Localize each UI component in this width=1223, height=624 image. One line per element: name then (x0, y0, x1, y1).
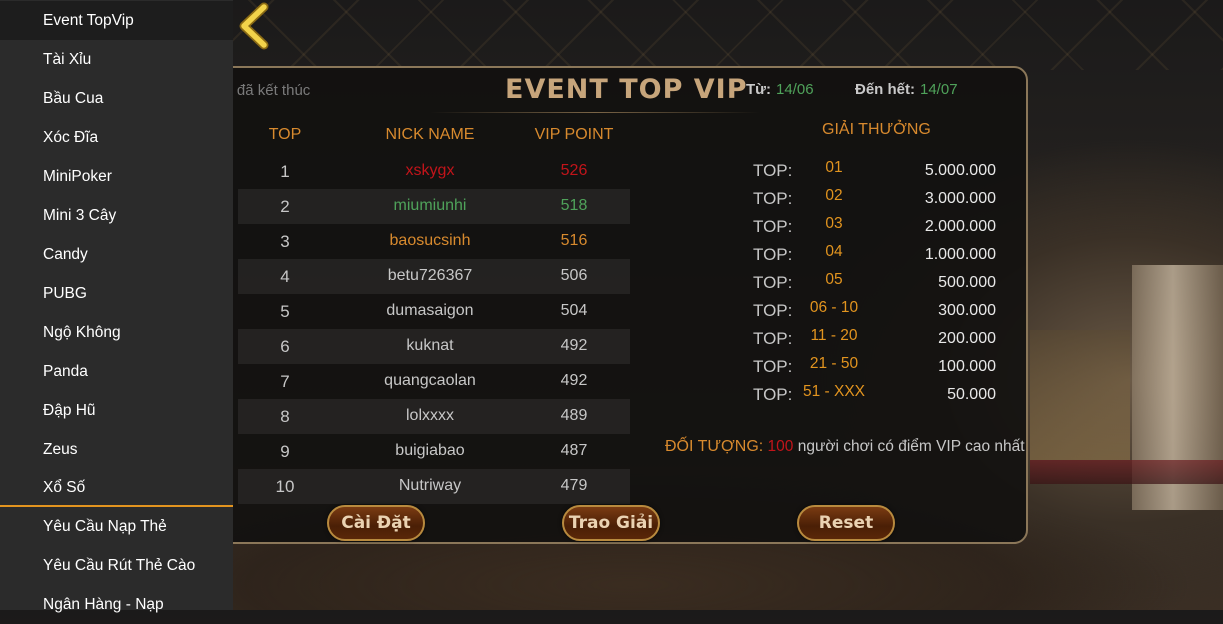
rank-cell: 4 (280, 267, 290, 286)
col-header-nick: NICK NAME (385, 126, 475, 143)
sidebar-menu: Event TopVip Tài Xỉu Bầu Cua Xóc Đĩa Min… (0, 0, 233, 613)
sidebar-item-candy[interactable]: Candy (0, 235, 233, 274)
rank-cell: 2 (280, 197, 290, 216)
point-cell: 492 (560, 337, 588, 354)
to-date-value: 14/07 (920, 81, 958, 98)
point-cell: 516 (560, 232, 588, 249)
prize-range: 03 (825, 215, 843, 232)
target-description: ĐỐI TƯỢNG: 100 người chơi có điểm VIP ca… (665, 438, 1025, 456)
prize-range: 21 - 50 (809, 355, 859, 372)
rank-cell: 10 (275, 477, 295, 496)
back-button[interactable] (236, 2, 272, 50)
prize-amount: 300.000 (938, 302, 996, 319)
rank-cell: 5 (280, 302, 290, 321)
sidebar-item-xoc-dia[interactable]: Xóc Đĩa (0, 118, 233, 157)
prize-range: 51 - XXX (802, 383, 866, 400)
chevron-left-icon (239, 2, 269, 50)
prize-top-label: TOP: (753, 161, 793, 180)
col-header-rank: TOP (268, 126, 302, 143)
point-cell: 504 (560, 302, 588, 319)
prize-range: 11 - 20 (810, 327, 858, 344)
rank-cell: 9 (280, 442, 290, 461)
settings-button[interactable]: Cài Đặt (327, 505, 425, 541)
background-lights (1030, 330, 1130, 460)
col-header-point: VIP POINT (534, 126, 614, 143)
rank-cell: 6 (280, 337, 290, 356)
point-cell: 526 (560, 162, 588, 179)
prize-amount: 500.000 (938, 274, 996, 291)
prize-amount: 50.000 (947, 386, 996, 403)
point-cell: 489 (560, 407, 588, 424)
nick-cell: betu726367 (387, 267, 473, 284)
point-cell: 492 (560, 372, 588, 389)
nick-cell: xskygx (405, 162, 455, 179)
prize-amount: 3.000.000 (924, 190, 996, 207)
sidebar-item-yeu-cau-nap-the[interactable]: Yêu Cầu Nạp Thẻ (0, 507, 233, 546)
nick-cell: quangcaolan (384, 372, 476, 389)
sidebar-item-dap-hu[interactable]: Đập Hũ (0, 391, 233, 430)
sidebar-item-yeu-cau-rut-the-cao[interactable]: Yêu Cầu Rút Thẻ Cào (0, 546, 233, 585)
event-title: EVENT TOP VIP (505, 74, 748, 105)
sidebar-item-bau-cua[interactable]: Bầu Cua (0, 79, 233, 118)
to-date-label: Đến hết: (855, 81, 915, 98)
prize-range: 05 (825, 271, 843, 288)
target-text: người chơi có điểm VIP cao nhất (797, 438, 1025, 455)
background-carpet (1030, 460, 1223, 484)
sidebar-item-tai-xiu[interactable]: Tài Xỉu (0, 40, 233, 79)
prize-amount: 2.000.000 (924, 218, 996, 235)
prize-heading: GIẢI THƯỞNG (822, 121, 931, 138)
prize-top-label: TOP: (753, 245, 793, 264)
point-cell: 506 (560, 267, 588, 284)
from-date-value: 14/06 (776, 81, 814, 98)
sidebar-item-ngo-khong[interactable]: Ngộ Không (0, 313, 233, 352)
prize-top-label: TOP: (753, 273, 793, 292)
prize-top-label: TOP: (753, 189, 793, 208)
nick-cell: buigiabao (395, 442, 465, 459)
nick-cell: kuknat (406, 337, 454, 354)
prize-amount: 1.000.000 (924, 246, 996, 263)
rank-cell: 3 (280, 232, 290, 251)
rank-cell: 8 (280, 407, 290, 426)
prize-top-label: TOP: (753, 385, 793, 404)
sidebar-item-mini-3-cay[interactable]: Mini 3 Cây (0, 196, 233, 235)
from-date-label: Từ: (746, 81, 772, 98)
prize-top-label: TOP: (753, 217, 793, 236)
target-count: 100 (767, 438, 794, 455)
prize-top-label: TOP: (753, 301, 793, 320)
point-cell: 487 (560, 442, 588, 459)
prize-amount: 200.000 (938, 330, 996, 347)
sidebar-item-xo-so[interactable]: Xổ Số (0, 468, 233, 507)
sidebar-item-panda[interactable]: Panda (0, 352, 233, 391)
nick-cell: dumasaigon (386, 302, 474, 319)
prize-range: 01 (825, 159, 843, 176)
nick-cell: lolxxxx (405, 407, 454, 424)
title-underline (430, 112, 760, 113)
reset-button[interactable]: Reset (797, 505, 895, 541)
point-cell: 518 (560, 197, 588, 214)
sidebar-item-zeus[interactable]: Zeus (0, 430, 233, 469)
sidebar-item-minipoker[interactable]: MiniPoker (0, 157, 233, 196)
point-cell: 479 (560, 477, 588, 494)
target-label: ĐỐI TƯỢNG: (665, 438, 764, 455)
prize-amount: 5.000.000 (924, 162, 996, 179)
nick-cell: baosucsinh (389, 232, 471, 249)
prize-range: 04 (825, 243, 843, 260)
nick-cell: miumiunhi (393, 197, 467, 214)
sidebar-item-event-topvip[interactable]: Event TopVip (0, 1, 233, 40)
sidebar-item-ngan-hang-nap[interactable]: Ngân Hàng - Nạp (0, 585, 233, 624)
prize-range: 06 - 10 (809, 299, 859, 316)
prize-top-label: TOP: (753, 357, 793, 376)
nick-cell: Nutriway (398, 477, 462, 494)
rank-cell: 7 (280, 372, 290, 391)
sidebar-item-pubg[interactable]: PUBG (0, 274, 233, 313)
prize-amount: 100.000 (938, 358, 996, 375)
rank-cell: 1 (280, 162, 290, 181)
award-button[interactable]: Trao Giải (562, 505, 660, 541)
prize-top-label: TOP: (753, 329, 793, 348)
background-pattern (233, 0, 1223, 70)
prize-range: 02 (825, 187, 843, 204)
